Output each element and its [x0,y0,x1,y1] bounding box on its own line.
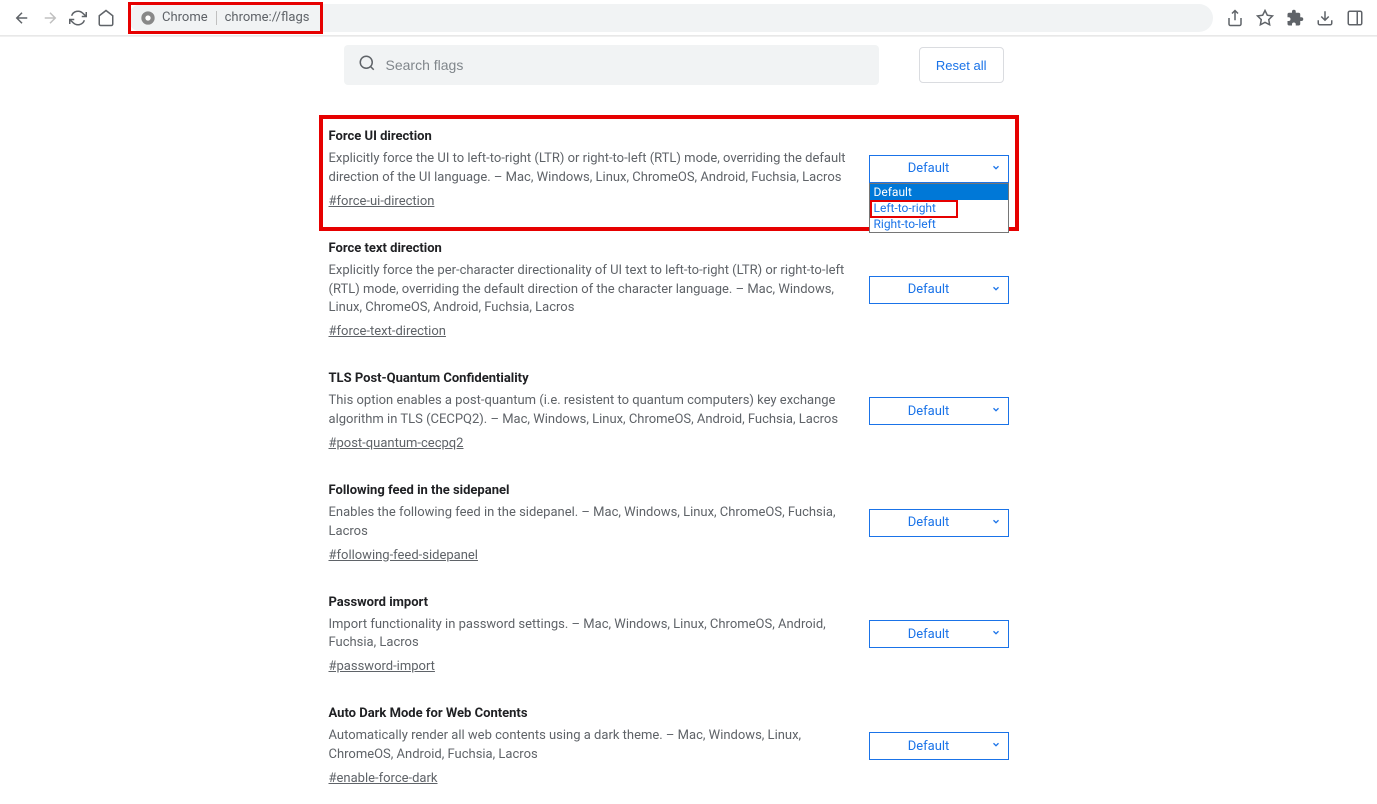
home-button[interactable] [92,4,120,32]
dropdown-option-rtl[interactable]: Right-to-left [870,216,1008,232]
address-url: chrome://flags [225,10,310,25]
flag-password-import: Password import Import functionality in … [329,581,1019,693]
search-input[interactable] [386,57,865,73]
flag-select[interactable]: Default [869,397,1009,425]
address-label: Chrome [162,10,208,25]
flag-description: Import functionality in password setting… [329,616,849,654]
flag-title: Password import [329,595,849,610]
flag-select[interactable]: Default [869,509,1009,537]
flag-description: Enables the following feed in the sidepa… [329,504,849,542]
flag-following-feed-sidepanel: Following feed in the sidepanel Enables … [329,469,1019,581]
chrome-icon [140,10,156,26]
flag-title: Following feed in the sidepanel [329,483,849,498]
flag-title: TLS Post-Quantum Confidentiality [329,371,849,386]
page-content: Reset all Force UI direction Explicitly … [0,36,1377,804]
flag-title: Force text direction [329,241,849,256]
flag-description: Automatically render all web contents us… [329,727,849,765]
dropdown-option-default[interactable]: Default [870,184,1008,200]
flag-select[interactable]: Default [869,732,1009,760]
bookmark-star-icon[interactable] [1251,4,1279,32]
downloads-icon[interactable] [1311,4,1339,32]
flag-anchor-link[interactable]: #enable-force-dark [329,771,438,786]
flag-anchor-link[interactable]: #password-import [329,659,435,674]
flag-anchor-link[interactable]: #force-ui-direction [329,194,435,209]
flag-select[interactable]: Default [869,276,1009,304]
flag-anchor-link[interactable]: #force-text-direction [329,324,446,339]
flag-description: This option enables a post-quantum (i.e.… [329,392,849,430]
flag-description: Explicitly force the UI to left-to-right… [329,150,849,188]
flag-select[interactable]: Default [869,620,1009,648]
separator [216,11,217,25]
dropdown-option-ltr[interactable]: Left-to-right [870,200,1008,216]
flag-auto-dark-mode: Auto Dark Mode for Web Contents Automati… [329,692,1019,804]
sidepanel-icon[interactable] [1341,4,1369,32]
search-icon [358,54,376,76]
back-button[interactable] [8,4,36,32]
flag-description: Explicitly force the per-character direc… [329,262,849,319]
address-bar[interactable]: Chrome chrome://flags [128,4,1213,32]
flag-title: Auto Dark Mode for Web Contents [329,706,849,721]
flag-title: Force UI direction [329,129,849,144]
browser-toolbar: Chrome chrome://flags [0,0,1377,36]
flag-force-text-direction: Force text direction Explicitly force th… [329,227,1019,358]
flag-anchor-link[interactable]: #post-quantum-cecpq2 [329,436,464,451]
flag-anchor-link[interactable]: #following-feed-sidepanel [329,548,478,563]
flag-select[interactable]: Default [869,155,1009,183]
reset-all-button[interactable]: Reset all [919,47,1004,83]
share-icon[interactable] [1221,4,1249,32]
forward-button[interactable] [36,4,64,32]
reload-button[interactable] [64,4,92,32]
dropdown-menu: Default Left-to-right Right-to-left [869,183,1009,233]
flag-force-ui-direction: Force UI direction Explicitly force the … [329,115,1019,227]
flag-tls-post-quantum: TLS Post-Quantum Confidentiality This op… [329,357,1019,469]
search-box[interactable] [344,45,879,85]
extensions-icon[interactable] [1281,4,1309,32]
